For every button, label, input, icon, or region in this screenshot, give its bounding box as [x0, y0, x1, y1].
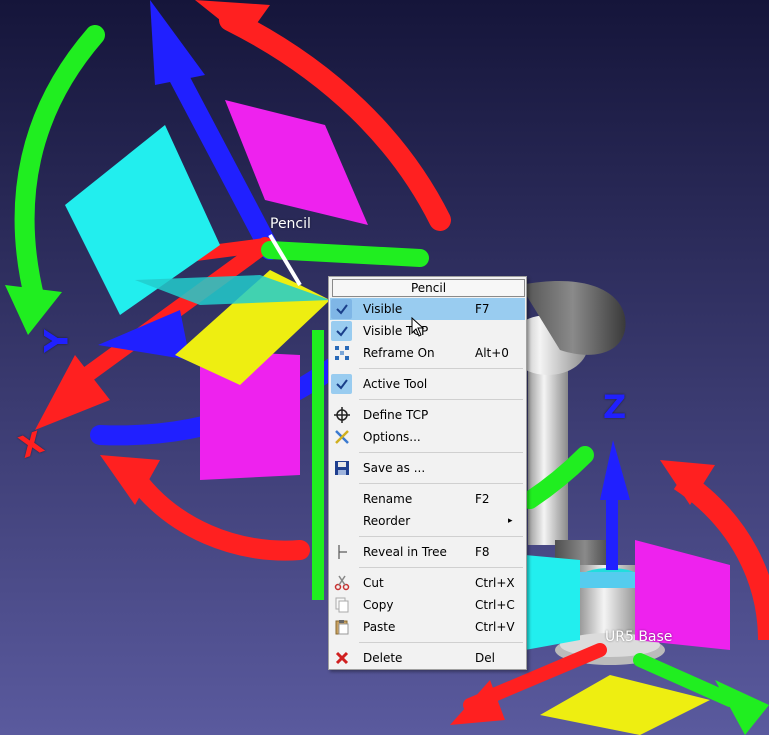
- menu-item-options[interactable]: Options...: [330, 426, 525, 448]
- menu-item-shortcut: F8: [475, 545, 490, 559]
- menu-item-paste[interactable]: Paste Ctrl+V: [330, 616, 525, 638]
- menu-separator: [359, 483, 523, 484]
- delete-icon: [335, 651, 349, 665]
- base-label[interactable]: UR5 Base: [605, 629, 672, 645]
- menu-item-copy[interactable]: Copy Ctrl+C: [330, 594, 525, 616]
- menu-item-shortcut: Alt+0: [475, 346, 509, 360]
- context-menu: Pencil Visible F7 Visible TCP Reframe On…: [328, 276, 527, 670]
- tool-label[interactable]: Pencil: [270, 216, 311, 232]
- menu-item-shortcut: Ctrl+X: [475, 576, 515, 590]
- menu-separator: [359, 567, 523, 568]
- menu-item-shortcut: F7: [475, 302, 490, 316]
- menu-item-shortcut: Ctrl+V: [475, 620, 515, 634]
- menu-item-shortcut: Del: [475, 651, 495, 665]
- axis-z-label: Z: [603, 388, 627, 426]
- menu-separator: [359, 399, 523, 400]
- menu-item-shortcut: Ctrl+C: [475, 598, 515, 612]
- menu-item-visible[interactable]: Visible F7: [330, 298, 525, 320]
- reframe-icon: [335, 346, 349, 360]
- submenu-arrow-icon: ▸: [508, 516, 513, 526]
- menu-item-label: Save as ...: [363, 461, 426, 475]
- check-icon: [336, 304, 348, 315]
- menu-item-label: Rename: [363, 492, 413, 506]
- menu-separator: [359, 536, 523, 537]
- copy-icon: [335, 597, 349, 613]
- crosshair-icon: [334, 407, 350, 423]
- menu-item-shortcut: F2: [475, 492, 490, 506]
- menu-item-label: Cut: [363, 576, 384, 590]
- menu-item-label: Paste: [363, 620, 396, 634]
- paste-icon: [335, 620, 349, 635]
- axis-y-label: Y: [37, 329, 76, 353]
- menu-item-reframe-on[interactable]: Reframe On Alt+0: [330, 342, 525, 364]
- save-icon: [335, 461, 349, 475]
- menu-item-rename[interactable]: Rename F2: [330, 488, 525, 510]
- menu-item-label: Options...: [363, 430, 421, 444]
- scissors-icon: [334, 575, 350, 591]
- menu-item-label: Reveal in Tree: [363, 545, 447, 559]
- menu-item-active-tool[interactable]: Active Tool: [330, 373, 525, 395]
- mouse-cursor-icon: [411, 317, 425, 337]
- tree-icon: [338, 545, 347, 559]
- options-icon: [335, 430, 349, 444]
- menu-item-label: Reframe On: [363, 346, 435, 360]
- menu-item-delete[interactable]: Delete Del: [330, 647, 525, 669]
- menu-separator: [359, 452, 523, 453]
- menu-item-save-as[interactable]: Save as ...: [330, 457, 525, 479]
- menu-item-reveal-in-tree[interactable]: Reveal in Tree F8: [330, 541, 525, 563]
- context-menu-title: Pencil: [332, 279, 525, 297]
- menu-item-label: Copy: [363, 598, 394, 612]
- menu-separator: [359, 642, 523, 643]
- menu-item-define-tcp[interactable]: Define TCP: [330, 404, 525, 426]
- menu-item-label: Define TCP: [363, 408, 429, 422]
- menu-separator: [359, 368, 523, 369]
- menu-item-label: Active Tool: [363, 377, 428, 391]
- check-icon: [336, 326, 348, 337]
- menu-item-visible-tcp[interactable]: Visible TCP: [330, 320, 525, 342]
- plane-cyan-base: [525, 555, 580, 650]
- menu-item-reorder[interactable]: Reorder ▸: [330, 510, 525, 532]
- menu-item-cut[interactable]: Cut Ctrl+X: [330, 572, 525, 594]
- check-icon: [336, 379, 348, 390]
- menu-item-label: Reorder: [363, 514, 411, 528]
- menu-item-label: Visible: [363, 302, 403, 316]
- menu-item-label: Delete: [363, 651, 403, 665]
- tool-y-shaft: [261, 241, 429, 267]
